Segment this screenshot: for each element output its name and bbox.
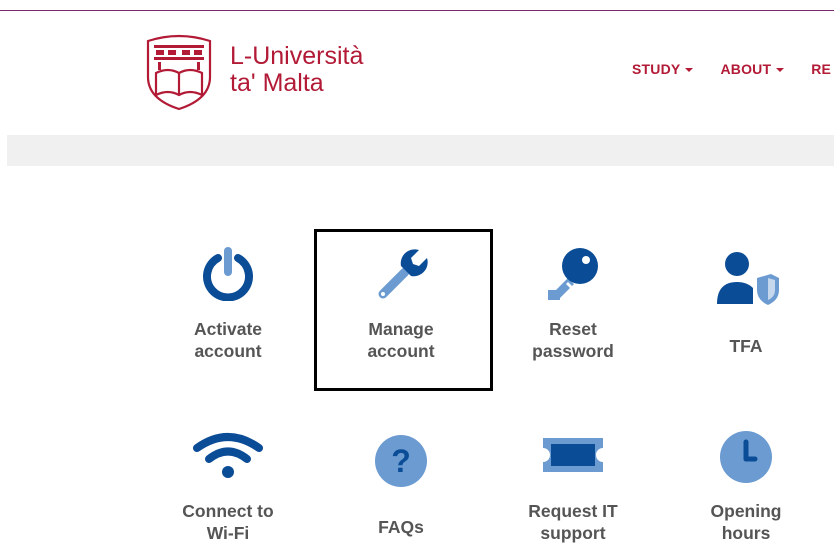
tile-label-line1: Connect to [182,501,274,521]
ticket-icon [487,434,659,476]
tile-label-line2: hours [721,523,771,543]
nav-item-study[interactable]: STUDY [632,61,694,77]
tile-label-line1: Reset [549,319,597,339]
svg-text:?: ? [391,443,411,479]
tile-label: TFA [660,335,832,357]
tile-opening-hours[interactable]: Opening hours [660,420,832,543]
university-crest-icon [146,34,212,111]
tile-label: Request IT support [487,500,659,544]
tile-label: Reset password [487,318,659,362]
nav-item-research[interactable]: RE [811,61,831,77]
question-icon: ? [315,434,487,488]
key-icon [487,244,659,304]
tile-activate-account[interactable]: Activate account [142,240,314,370]
nav-item-label: RE [811,61,832,77]
tile-label: Activate account [142,318,314,362]
tile-label: Connect to Wi-Fi [142,500,314,544]
tile-label-line2: support [540,523,606,543]
logo-line-1: L-Università [230,42,364,70]
breadcrumb-bar [7,135,834,166]
nav-item-label: STUDY [632,61,681,77]
clock-icon [660,430,832,484]
nav-item-label: ABOUT [720,61,772,77]
tile-label-line2: account [194,341,262,361]
wifi-icon [142,432,314,478]
tile-label-line1: FAQs [378,517,424,537]
tile-label-line2: password [532,341,614,361]
top-border [0,10,834,11]
university-logo[interactable]: L-Università ta' Malta [142,33,363,111]
tile-label-line1: TFA [729,336,763,356]
selection-highlight [314,229,493,391]
main-nav: STUDY ABOUT RE [632,61,834,77]
tile-label: Opening hours [660,500,832,544]
tile-label-line1: Activate [193,319,263,339]
tile-label-line1: Opening [710,501,782,521]
tile-tfa[interactable]: TFA [660,240,832,370]
tile-reset-password[interactable]: Reset password [487,240,659,370]
caret-down-icon [776,67,785,72]
caret-down-icon [685,67,694,72]
tile-label-line1: Request IT [528,501,618,521]
logo-wordmark: L-Università ta' Malta [230,43,363,97]
tile-label-line2: Wi-Fi [206,523,250,543]
tile-faqs[interactable]: ? FAQs [315,420,487,543]
tile-connect-wifi[interactable]: Connect to Wi-Fi [142,420,314,543]
power-icon [142,245,314,301]
tile-label: FAQs [315,516,487,538]
nav-item-about[interactable]: ABOUT [720,61,785,77]
user-shield-icon [660,250,832,306]
logo-line-2: ta' Malta [230,69,324,97]
tile-request-it-support[interactable]: Request IT support [487,420,659,543]
